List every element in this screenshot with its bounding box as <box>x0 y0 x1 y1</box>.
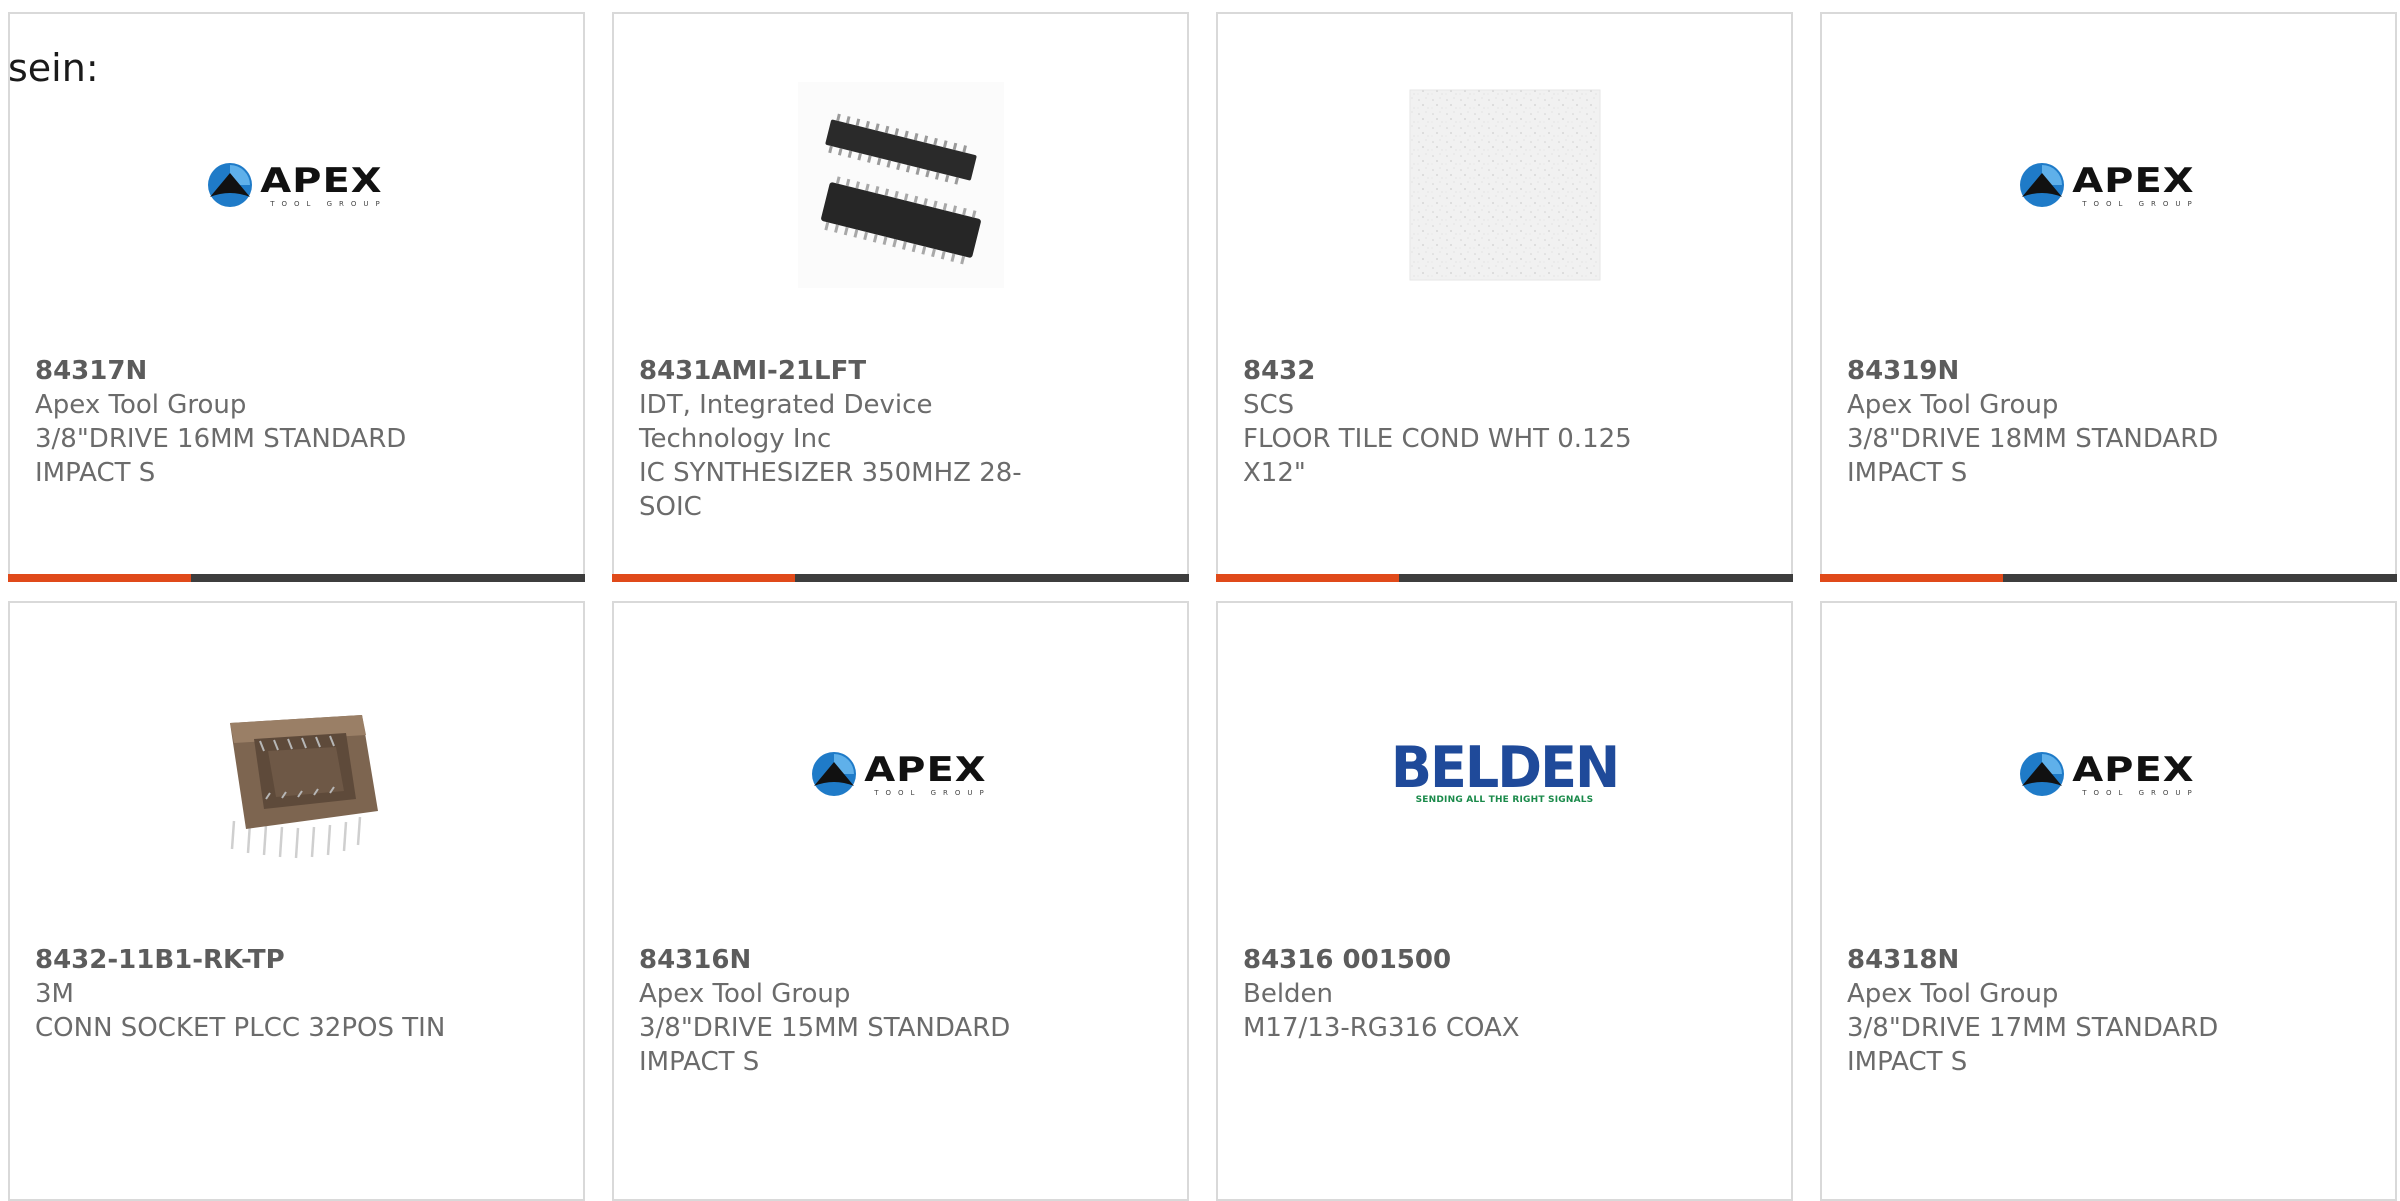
description: 3/8"DRIVE 15MM STANDARD IMPACT S <box>639 1013 1011 1077</box>
apex-wordmark: APEX <box>2072 160 2195 201</box>
soic-chip-icon <box>797 82 1004 288</box>
manufacturer: Belden <box>1243 979 1334 1009</box>
part-number-link[interactable]: 8431AMI-21LFT <box>639 354 1079 388</box>
product-card[interactable]: APEX TOOL GROUP 84319N Apex Tool Group 3… <box>1820 12 2397 582</box>
manufacturer: IDT, Integrated Device Technology Inc <box>639 390 933 454</box>
card-accent-bar <box>1216 574 1793 582</box>
page-heading: sein: <box>8 46 99 90</box>
apex-wordmark: APEX <box>2072 749 2195 790</box>
manufacturer: Apex Tool Group <box>35 390 247 420</box>
apex-subtitle: TOOL GROUP <box>2082 199 2199 208</box>
description: IC SYNTHESIZER 350MHZ 28-SOIC <box>639 458 1022 522</box>
description: FLOOR TILE COND WHT 0.125 X12" <box>1243 424 1632 488</box>
floor-tile-image <box>1402 82 1608 288</box>
apex-mark-icon <box>810 750 858 798</box>
apex-wordmark: APEX <box>864 749 987 790</box>
description: M17/13-RG316 COAX <box>1243 1013 1520 1043</box>
apex-wordmark: APEX <box>260 160 383 201</box>
manufacturer: SCS <box>1243 390 1295 420</box>
description: CONN SOCKET PLCC 32POS TIN <box>35 1013 446 1043</box>
part-number-link[interactable]: 8432 <box>1243 354 1683 388</box>
apex-mark-icon <box>2018 750 2066 798</box>
part-number-link[interactable]: 84316 001500 <box>1243 943 1683 977</box>
part-number-link[interactable]: 84317N <box>35 354 475 388</box>
soic-chip-image <box>797 82 1004 288</box>
apex-logo: APEX TOOL GROUP <box>798 671 1004 877</box>
apex-logo: APEX TOOL GROUP <box>2006 671 2212 877</box>
apex-subtitle: TOOL GROUP <box>270 199 387 208</box>
product-grid: APEX TOOL GROUP 84317N Apex Tool Group 3… <box>0 0 2400 1201</box>
apex-mark-icon <box>2018 161 2066 209</box>
product-card[interactable]: APEX TOOL GROUP 84317N Apex Tool Group 3… <box>8 12 585 582</box>
product-card[interactable]: 8432 SCS FLOOR TILE COND WHT 0.125 X12" <box>1216 12 1793 582</box>
card-accent-bar <box>8 574 585 582</box>
apex-logo: APEX TOOL GROUP <box>194 82 400 288</box>
belden-wordmark: BELDEN <box>1390 734 1620 801</box>
manufacturer: Apex Tool Group <box>1847 979 2059 1009</box>
part-number-link[interactable]: 84319N <box>1847 354 2287 388</box>
belden-logo: BELDEN SENDING ALL THE RIGHT SIGNALS <box>1391 671 1620 877</box>
description: 3/8"DRIVE 18MM STANDARD IMPACT S <box>1847 424 2219 488</box>
manufacturer: Apex Tool Group <box>639 979 851 1009</box>
floor-tile-icon <box>1409 89 1600 281</box>
part-number-link[interactable]: 84318N <box>1847 943 2287 977</box>
product-card[interactable]: BELDEN SENDING ALL THE RIGHT SIGNALS 843… <box>1216 601 1793 1201</box>
part-number-link[interactable]: 84316N <box>639 943 1079 977</box>
product-card[interactable]: APEX TOOL GROUP 84316N Apex Tool Group 3… <box>612 601 1189 1201</box>
product-card[interactable]: 8432-11B1-RK-TP 3M CONN SOCKET PLCC 32PO… <box>8 601 585 1201</box>
product-card[interactable]: APEX TOOL GROUP 84318N Apex Tool Group 3… <box>1820 601 2397 1201</box>
apex-subtitle: TOOL GROUP <box>2082 788 2199 797</box>
apex-logo: APEX TOOL GROUP <box>2006 82 2212 288</box>
product-card[interactable]: 8431AMI-21LFT IDT, Integrated Device Tec… <box>612 12 1189 582</box>
card-accent-bar <box>1820 574 2397 582</box>
apex-mark-icon <box>206 161 254 209</box>
manufacturer: Apex Tool Group <box>1847 390 2059 420</box>
manufacturer: 3M <box>35 979 74 1009</box>
plcc-socket-image <box>194 671 400 877</box>
plcc-socket-icon <box>229 715 378 859</box>
description: 3/8"DRIVE 17MM STANDARD IMPACT S <box>1847 1013 2219 1077</box>
apex-subtitle: TOOL GROUP <box>874 788 991 797</box>
card-accent-bar <box>612 574 1189 582</box>
description: 3/8"DRIVE 16MM STANDARD IMPACT S <box>35 424 407 488</box>
part-number-link[interactable]: 8432-11B1-RK-TP <box>35 943 475 977</box>
